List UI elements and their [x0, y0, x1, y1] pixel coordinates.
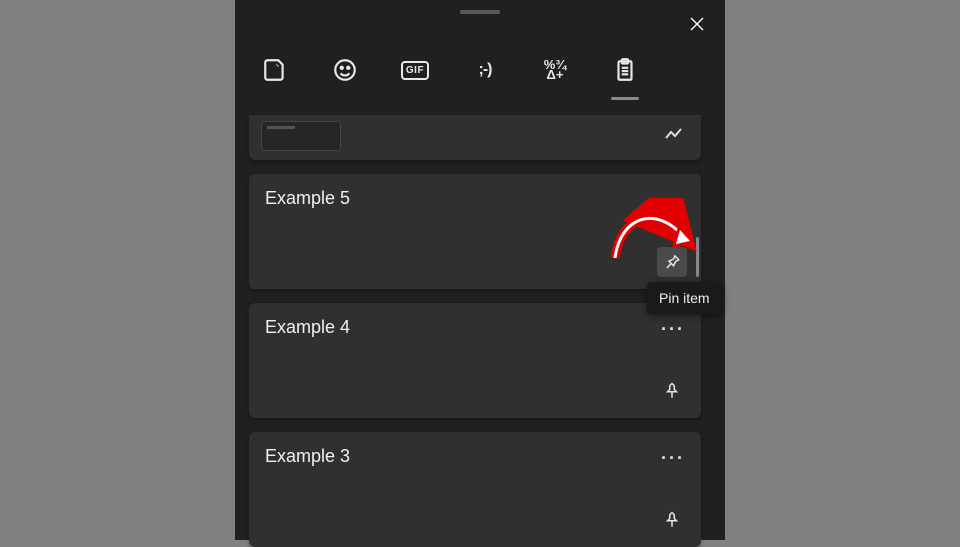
more-button[interactable]: ···	[661, 190, 685, 211]
tab-clipboard[interactable]	[605, 50, 645, 90]
category-tabbar: GIF ;-) %¾Δ+	[255, 50, 645, 90]
pin-button[interactable]	[657, 376, 687, 406]
pin-icon	[663, 253, 681, 271]
scrollbar-thumb[interactable]	[696, 237, 699, 277]
pin-icon	[663, 511, 681, 529]
pin-button[interactable]	[657, 505, 687, 535]
tab-emoji[interactable]	[325, 50, 365, 90]
clipboard-item-title: Example 3	[265, 446, 350, 467]
pin-tooltip: Pin item	[647, 282, 722, 314]
clipboard-item[interactable]: Example 5 ···	[249, 174, 701, 289]
clipboard-item[interactable]: Example 4 ···	[249, 303, 701, 418]
close-button[interactable]	[681, 8, 713, 40]
more-button[interactable]: ···	[661, 319, 685, 340]
pin-button[interactable]	[657, 247, 687, 277]
clipboard-thumbnail	[261, 121, 341, 151]
clipboard-history-list: Example 5 ··· Example 4 ··· Example 3 ··…	[249, 115, 701, 535]
clipboard-item-title: Example 4	[265, 317, 350, 338]
pin-icon	[663, 382, 681, 400]
trend-icon	[665, 127, 683, 145]
emoji-icon	[332, 57, 358, 83]
sticker-icon	[262, 57, 288, 83]
close-icon	[689, 16, 705, 32]
tab-kaomoji[interactable]: ;-)	[465, 50, 505, 90]
clipboard-item-partial[interactable]	[249, 115, 701, 160]
clipboard-item-title: Example 5	[265, 188, 350, 209]
more-button[interactable]: ···	[661, 448, 685, 469]
drag-handle[interactable]	[460, 10, 500, 14]
emoji-clipboard-panel: GIF ;-) %¾Δ+ Example 5 ···	[235, 0, 725, 540]
tab-gif[interactable]: GIF	[395, 50, 435, 90]
active-tab-indicator	[611, 97, 639, 100]
gif-icon: GIF	[401, 61, 429, 80]
symbols-icon: %¾Δ+	[544, 60, 566, 80]
clipboard-icon	[612, 57, 638, 83]
tab-stickers[interactable]	[255, 50, 295, 90]
clipboard-item[interactable]: Example 3 ···	[249, 432, 701, 547]
tab-symbols[interactable]: %¾Δ+	[535, 50, 575, 90]
kaomoji-icon: ;-)	[479, 61, 492, 79]
